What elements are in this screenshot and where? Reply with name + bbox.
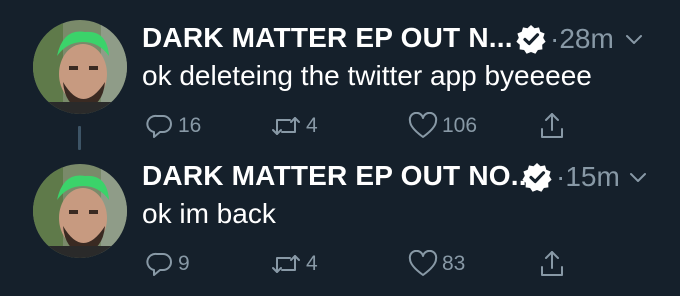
tweet[interactable]: DARK MATTER EP OUT N... ·28m ok deletein… (0, 0, 680, 150)
tweet-text: ok im back (142, 198, 276, 229)
tweet-actions: 16 4 106 (0, 110, 680, 142)
tweet-header: DARK MATTER EP OUT N... ·28m (142, 22, 662, 58)
timestamp[interactable]: ·15m (556, 161, 620, 193)
reply-button[interactable]: 9 (146, 248, 190, 280)
like-button[interactable]: 106 (408, 110, 477, 142)
tweet-text: ok deleteing the twitter app byeeeee (142, 60, 592, 91)
like-count: 106 (442, 114, 478, 137)
tweet-actions: 9 4 83 (0, 248, 680, 280)
retweet-icon (272, 255, 300, 273)
chevron-down-icon[interactable] (627, 166, 649, 188)
retweet-button[interactable]: 4 (270, 248, 318, 280)
chevron-down-icon[interactable] (623, 28, 645, 50)
reply-icon (146, 114, 172, 138)
reply-count: 16 (178, 114, 202, 137)
avatar[interactable] (33, 164, 127, 258)
reply-icon (146, 252, 172, 276)
retweet-count: 4 (306, 252, 318, 275)
like-button[interactable]: 83 (408, 248, 465, 280)
retweet-button[interactable]: 4 (270, 110, 318, 142)
display-name[interactable]: DARK MATTER EP OUT NO... (142, 160, 535, 192)
share-icon (541, 113, 563, 138)
like-count: 83 (442, 252, 466, 275)
reply-button[interactable]: 16 (146, 110, 201, 142)
share-button[interactable] (538, 110, 570, 142)
retweet-icon (272, 117, 300, 135)
display-name[interactable]: DARK MATTER EP OUT N... (142, 22, 513, 54)
reply-count: 9 (178, 252, 190, 275)
heart-icon (408, 250, 438, 276)
verified-badge-icon (516, 25, 546, 54)
timestamp[interactable]: ·28m (550, 23, 614, 55)
heart-icon (408, 112, 438, 138)
verified-badge-icon (522, 163, 552, 192)
tweet-header: DARK MATTER EP OUT NO... ·15m (142, 160, 662, 196)
tweet[interactable]: DARK MATTER EP OUT NO... ·15m ok im back… (0, 148, 680, 296)
share-icon (541, 251, 563, 276)
share-button[interactable] (538, 248, 570, 280)
avatar[interactable] (33, 20, 127, 114)
retweet-count: 4 (306, 114, 318, 137)
